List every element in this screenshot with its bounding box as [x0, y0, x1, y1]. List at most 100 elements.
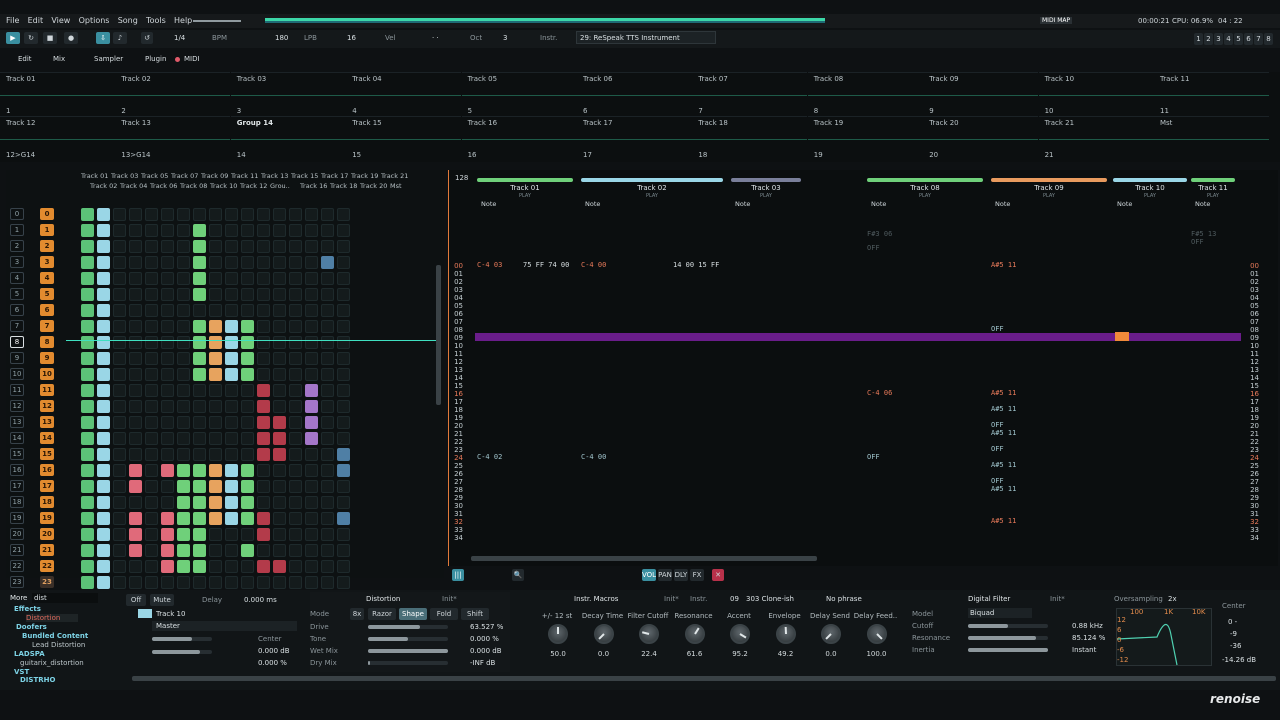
matrix-slot[interactable] [241, 512, 254, 525]
matrix-slot[interactable] [113, 352, 126, 365]
matrix-slot[interactable] [337, 304, 350, 317]
matrix-slot[interactable] [145, 544, 158, 557]
matrix-slot[interactable] [321, 224, 334, 237]
matrix-slot[interactable] [289, 336, 302, 349]
matrix-slot[interactable] [81, 384, 94, 397]
fx-column-button[interactable]: FX [690, 569, 704, 581]
matrix-header[interactable]: Track 01 [81, 172, 108, 180]
matrix-slot[interactable] [273, 240, 286, 253]
matrix-slot[interactable] [257, 480, 270, 493]
matrix-slot[interactable] [225, 576, 238, 589]
pattern-note[interactable]: OFF [867, 453, 880, 461]
matrix-slot[interactable] [305, 496, 318, 509]
sequence-number[interactable]: 10 [10, 368, 24, 380]
matrix-slot[interactable] [161, 416, 174, 429]
pattern-track[interactable]: Track 09 PLAY Note [991, 178, 1107, 216]
matrix-slot[interactable] [113, 528, 126, 541]
matrix-slot[interactable] [145, 320, 158, 333]
matrix-slot[interactable] [289, 528, 302, 541]
matrix-slot[interactable] [97, 288, 110, 301]
matrix-slot[interactable] [177, 256, 190, 269]
matrix-slot[interactable] [209, 320, 222, 333]
matrix-scrollbar[interactable] [436, 265, 441, 405]
route-selector[interactable]: Master [152, 621, 297, 631]
matrix-slot[interactable] [97, 352, 110, 365]
browser-item-doofers[interactable]: Doofers [16, 623, 47, 631]
matrix-slot[interactable] [257, 448, 270, 461]
matrix-slot[interactable] [113, 368, 126, 381]
matrix-slot[interactable] [305, 448, 318, 461]
matrix-slot[interactable] [305, 352, 318, 365]
matrix-slot[interactable] [305, 320, 318, 333]
menu-view[interactable]: View [51, 14, 70, 28]
matrix-slot[interactable] [145, 224, 158, 237]
matrix-slot[interactable] [209, 528, 222, 541]
sequence-number[interactable]: 1 [10, 224, 24, 236]
matrix-slot[interactable] [289, 256, 302, 269]
matrix-slot[interactable] [225, 208, 238, 221]
matrix-slot[interactable] [113, 480, 126, 493]
matrix-header[interactable]: Track 04 [120, 182, 147, 190]
matrix-slot[interactable] [225, 528, 238, 541]
matrix-slot[interactable] [113, 448, 126, 461]
matrix-slot[interactable] [257, 256, 270, 269]
matrix-slot[interactable] [177, 432, 190, 445]
matrix-slot[interactable] [273, 432, 286, 445]
matrix-slot[interactable] [305, 560, 318, 573]
pattern-note[interactable]: 75 FF 74 00 [523, 261, 569, 269]
matrix-slot[interactable] [161, 224, 174, 237]
matrix-slot[interactable] [145, 560, 158, 573]
delay-value[interactable]: 0.000 ms [244, 596, 277, 604]
matrix-slot[interactable] [81, 304, 94, 317]
matrix-slot[interactable] [273, 352, 286, 365]
scope-track[interactable]: Track 04 4 [346, 72, 462, 116]
matrix-slot[interactable] [193, 544, 206, 557]
matrix-slot[interactable] [289, 448, 302, 461]
tab-3[interactable]: 3 [1214, 33, 1223, 45]
matrix-slot[interactable] [177, 416, 190, 429]
matrix-slot[interactable] [241, 448, 254, 461]
scope-track[interactable]: Track 16 16 [461, 116, 577, 160]
browser-search-input[interactable]: dist [32, 593, 98, 603]
matrix-slot[interactable] [97, 272, 110, 285]
matrix-slot[interactable] [273, 336, 286, 349]
matrix-slot[interactable] [145, 304, 158, 317]
matrix-slot[interactable] [305, 368, 318, 381]
sequence-number[interactable]: 21 [10, 544, 24, 556]
matrix-slot[interactable] [337, 384, 350, 397]
matrix-slot[interactable] [257, 512, 270, 525]
matrix-slot[interactable] [129, 400, 142, 413]
matrix-slot[interactable] [113, 240, 126, 253]
metronome-button[interactable]: ♪ [113, 32, 127, 44]
matrix-slot[interactable] [305, 384, 318, 397]
matrix-slot[interactable] [337, 480, 350, 493]
matrix-slot[interactable] [113, 256, 126, 269]
view-sampler[interactable]: Sampler [94, 55, 123, 63]
matrix-slot[interactable] [273, 224, 286, 237]
matrix-slot[interactable] [161, 448, 174, 461]
matrix-slot[interactable] [257, 336, 270, 349]
mode-fold[interactable]: Fold [430, 608, 458, 620]
tab-8[interactable]: 8 [1264, 33, 1273, 45]
pattern-note[interactable]: C-4 02 [477, 453, 502, 461]
matrix-slot[interactable] [177, 384, 190, 397]
matrix-slot[interactable] [209, 368, 222, 381]
matrix-slot[interactable] [209, 352, 222, 365]
matrix-slot[interactable] [97, 368, 110, 381]
matrix-slot[interactable] [289, 352, 302, 365]
off-button[interactable]: Off [126, 594, 146, 606]
view-edit[interactable]: Edit [18, 55, 32, 63]
matrix-slot[interactable] [209, 496, 222, 509]
matrix-slot[interactable] [241, 240, 254, 253]
matrix-slot[interactable] [209, 576, 222, 589]
matrix-slot[interactable] [257, 576, 270, 589]
matrix-slot[interactable] [193, 400, 206, 413]
matrix-slot[interactable] [129, 432, 142, 445]
cutoff-slider[interactable] [968, 624, 1048, 628]
scope-track[interactable]: Mst [1154, 116, 1269, 160]
matrix-slot[interactable] [321, 304, 334, 317]
pan-column-button[interactable]: PAN [658, 569, 672, 581]
matrix-slot[interactable] [113, 512, 126, 525]
matrix-slot[interactable] [321, 272, 334, 285]
matrix-slot[interactable] [273, 560, 286, 573]
